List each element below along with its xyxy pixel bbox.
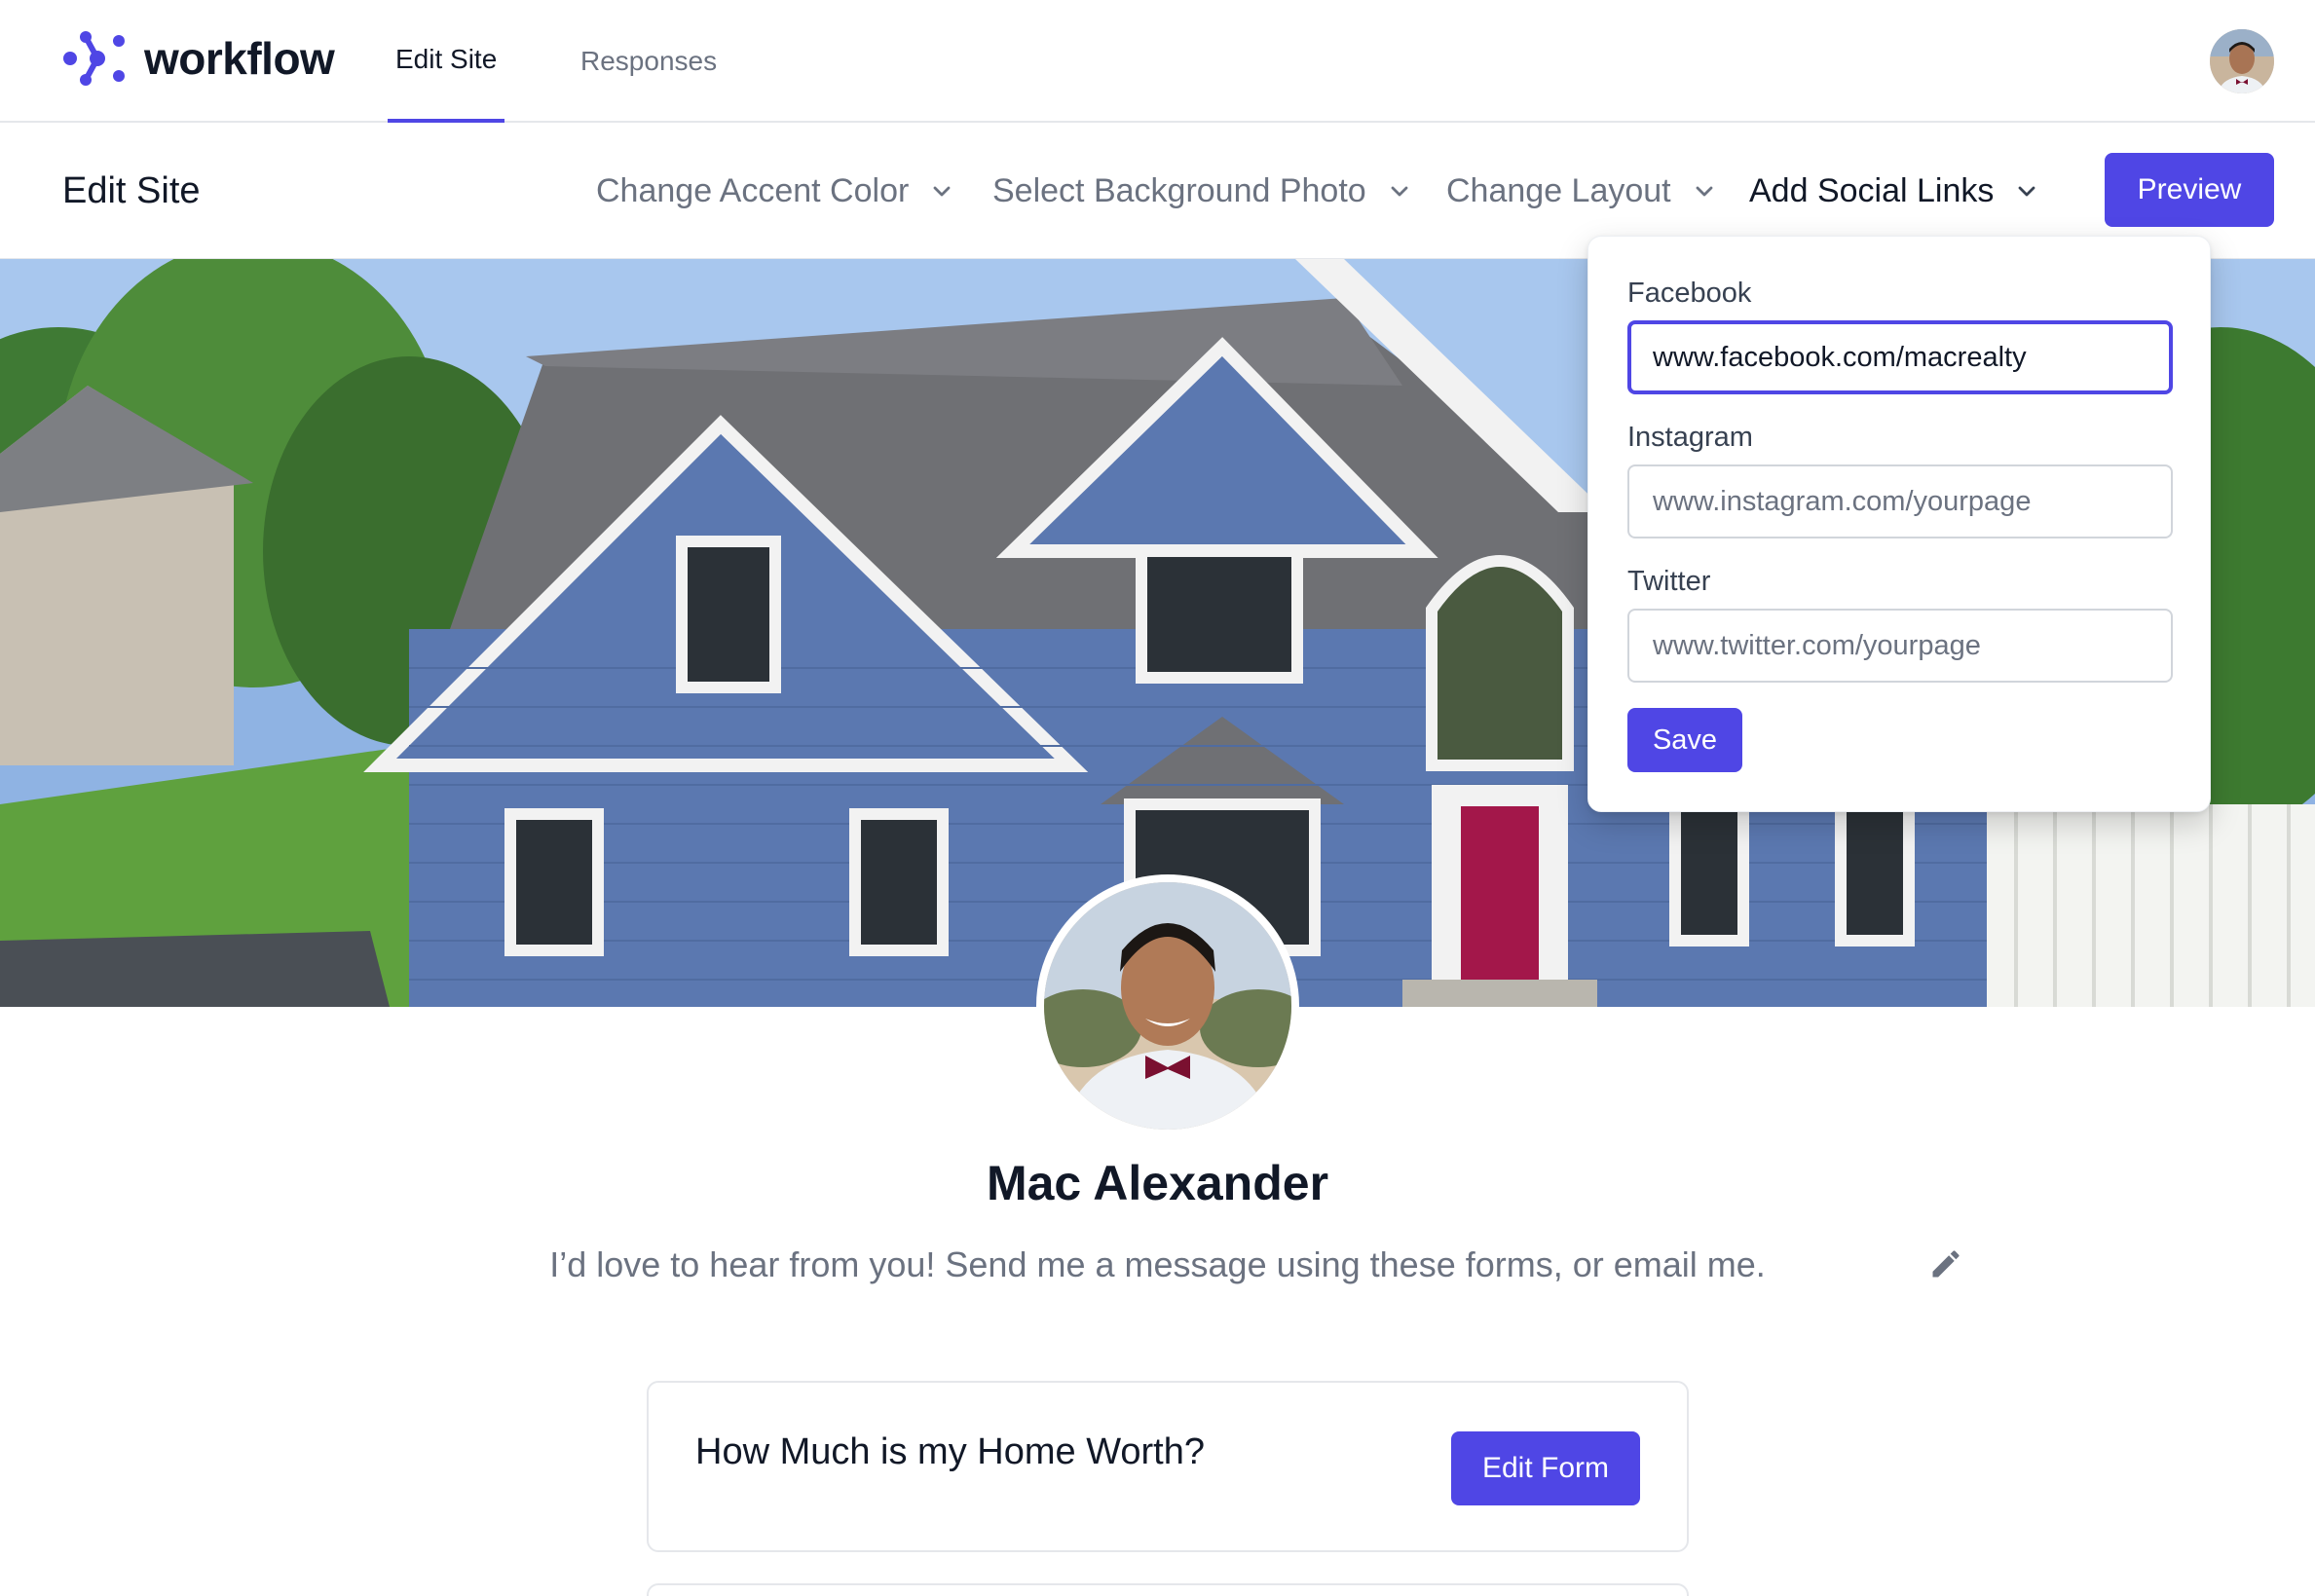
facebook-input[interactable] <box>1627 320 2173 394</box>
profile-name: Mac Alexander <box>986 1156 1329 1210</box>
profile-description: I’d love to hear from you! Send me a mes… <box>549 1244 1766 1284</box>
tab-responses-label: Responses <box>580 46 718 76</box>
form-title: How Much is my Home Worth? <box>695 1431 1205 1472</box>
workflow-logo[interactable]: workflow <box>62 27 335 90</box>
instagram-input[interactable] <box>1627 464 2173 538</box>
preview-button[interactable]: Preview <box>2105 153 2274 227</box>
profile-photo-image <box>1044 882 1291 1130</box>
tab-edit-site[interactable]: Edit Site <box>388 0 505 123</box>
top-navigation: workflow Edit Site Responses <box>0 0 2315 123</box>
add-social-links-label: Add Social Links <box>1749 171 1995 209</box>
workflow-logo-icon <box>63 31 125 86</box>
tab-responses[interactable]: Responses <box>573 0 725 123</box>
chevron-down-icon <box>2018 186 2035 197</box>
edit-form-button[interactable]: Edit Form <box>1451 1431 1640 1505</box>
form-card <box>647 1583 1689 1596</box>
select-background-photo-menu[interactable]: Select Background Photo <box>992 123 1411 259</box>
chevron-down-icon <box>1696 186 1713 197</box>
twitter-label: Twitter <box>1627 566 1711 597</box>
profile-photo[interactable] <box>1036 874 1299 1137</box>
user-avatar[interactable] <box>2210 29 2274 93</box>
change-accent-color-menu[interactable]: Change Accent Color <box>596 123 953 259</box>
user-avatar-image <box>2210 29 2274 93</box>
change-accent-color-label: Change Accent Color <box>596 171 910 209</box>
app-name: workflow <box>144 33 335 84</box>
twitter-input[interactable] <box>1627 609 2173 683</box>
chevron-down-icon <box>933 186 951 197</box>
social-links-dropdown: Facebook Instagram Twitter Save <box>1587 236 2211 812</box>
change-layout-label: Change Layout <box>1446 171 1671 209</box>
form-card: How Much is my Home Worth? Edit Form <box>647 1381 1689 1552</box>
pencil-icon[interactable] <box>1928 1246 1963 1281</box>
instagram-label: Instagram <box>1627 422 1753 453</box>
page-title: Edit Site <box>62 169 201 211</box>
tab-edit-site-label: Edit Site <box>395 44 498 74</box>
chevron-down-icon <box>1391 186 1408 197</box>
save-button[interactable]: Save <box>1627 708 1742 772</box>
select-background-photo-label: Select Background Photo <box>992 171 1366 209</box>
facebook-label: Facebook <box>1627 278 1752 309</box>
